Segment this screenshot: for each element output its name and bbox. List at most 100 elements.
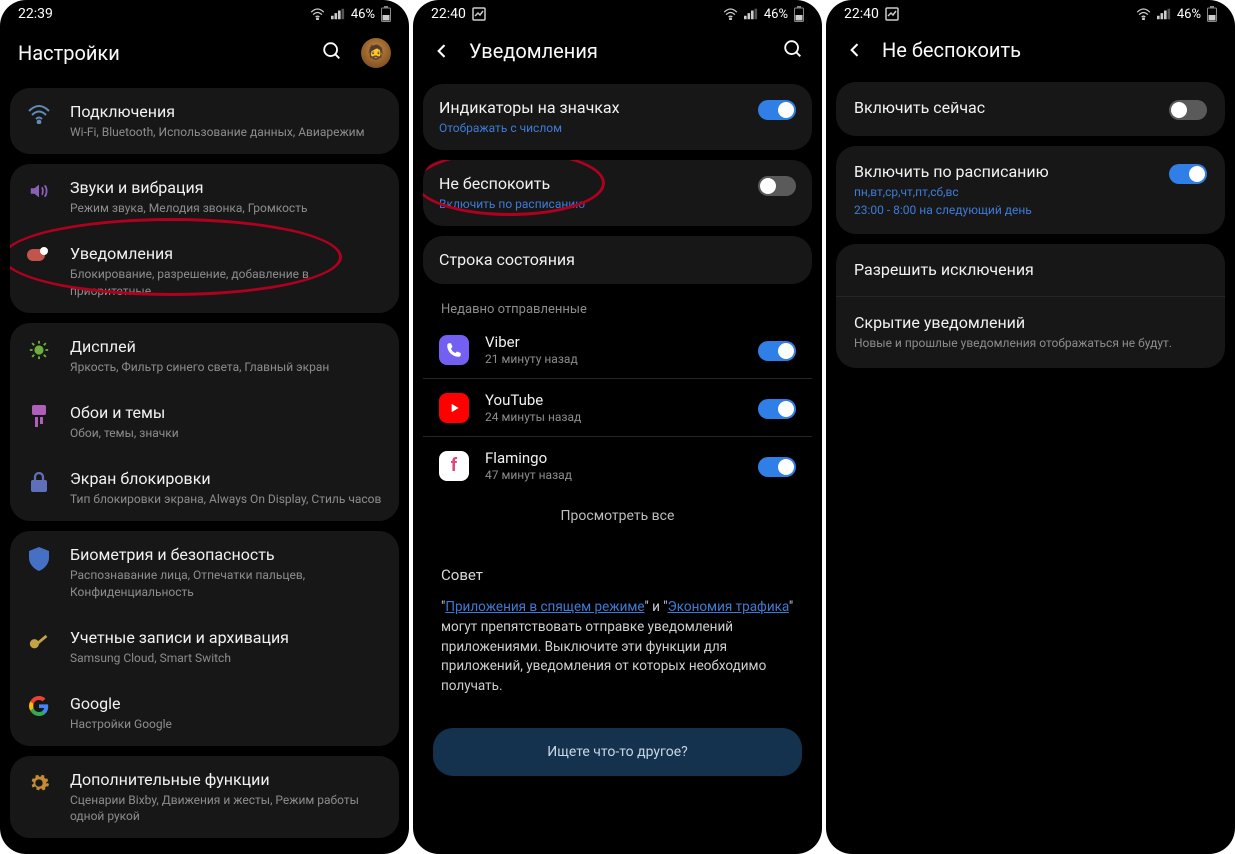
row-wallpaper[interactable]: Обои и темыОбои, темы, значки xyxy=(10,389,399,455)
row-title: Строка состояния xyxy=(439,250,796,270)
search-icon[interactable] xyxy=(782,38,804,64)
tip-block: Совет "Приложения в спящем режиме" и "Эк… xyxy=(423,552,812,710)
row-status-bar-settings[interactable]: Строка состояния xyxy=(423,236,812,284)
app-sub: 24 минуты назад xyxy=(485,410,742,424)
row-title: Разрешить исключения xyxy=(854,260,1207,280)
search-prompt[interactable]: Ищете что-то другое? xyxy=(433,728,802,776)
row-title: Биометрия и безопасность xyxy=(70,545,383,565)
page-title: Не беспокоить xyxy=(882,38,1021,62)
shield-icon xyxy=(26,547,52,571)
row-sub: Wi-Fi, Bluetooth, Использование данных, … xyxy=(70,124,383,140)
youtube-icon xyxy=(439,393,469,423)
signal-icon xyxy=(1157,8,1171,20)
row-google[interactable]: Google Настройки Google xyxy=(10,680,399,746)
signal-icon xyxy=(744,8,758,20)
notif-icon xyxy=(26,246,52,264)
wifi-icon xyxy=(26,104,52,124)
toggle-badge[interactable] xyxy=(758,100,796,120)
row-title: Уведомления xyxy=(70,244,383,264)
status-time: 22:39 xyxy=(18,6,53,22)
display-icon xyxy=(26,339,52,361)
row-title: Google xyxy=(70,694,383,714)
row-sounds[interactable]: Звуки и вибрация Режим звука, Мелодия зво… xyxy=(10,164,399,230)
row-title: Включить по расписанию xyxy=(854,162,1151,182)
status-bar: 22:40 46% xyxy=(826,0,1235,24)
toggle-app[interactable] xyxy=(758,399,796,419)
row-schedule[interactable]: Включить по расписанию пн,вт,ср,чт,пт,сб… xyxy=(836,146,1225,234)
view-all-button[interactable]: Просмотреть все xyxy=(423,494,812,542)
toggle-enable-now[interactable] xyxy=(1169,100,1207,120)
row-title: Включить сейчас xyxy=(854,98,1151,118)
row-badge-indicators[interactable]: Индикаторы на значкахОтображать с числом xyxy=(423,84,812,150)
row-sub: Отображать с числом xyxy=(439,120,740,136)
status-time: 22:40 xyxy=(844,6,879,22)
status-battery: 46% xyxy=(1177,7,1201,22)
row-title: Звуки и вибрация xyxy=(70,178,383,198)
app-sub: 47 минут назад xyxy=(485,468,742,482)
row-title: Подключения xyxy=(70,102,383,122)
avatar[interactable]: 🧔 xyxy=(361,38,391,68)
app-title: Flamingo xyxy=(485,449,742,467)
row-sub: Включить по расписанию xyxy=(439,196,740,212)
lock-icon xyxy=(26,471,52,493)
status-right: 46% xyxy=(723,6,804,22)
app-row-viber[interactable]: Viber21 минуту назад xyxy=(423,321,812,378)
row-do-not-disturb[interactable]: Не беспокоить Включить по расписанию xyxy=(423,160,812,226)
battery-icon xyxy=(381,6,391,22)
viber-icon xyxy=(439,335,469,365)
phone-settings: 22:39 46% Настройки 🧔 Подключения Wi-Fi, … xyxy=(0,0,409,854)
row-sub: пн,вт,ср,чт,пт,сб,вс xyxy=(854,184,1151,200)
row-hide-notifications[interactable]: Скрытие уведомленийНовые и прошлые уведо… xyxy=(836,297,1225,367)
row-sub: Режим звука, Мелодия звонка, Громкость xyxy=(70,200,383,216)
screenshot-icon xyxy=(885,7,899,21)
settings-list: Подключения Wi-Fi, Bluetooth, Использован… xyxy=(0,88,409,848)
phone-dnd: 22:40 46% Не беспокоить Включить сейчас xyxy=(826,0,1235,854)
row-sub: Настройки Google xyxy=(70,716,383,732)
tip-title: Совет xyxy=(441,566,794,584)
wifi-icon xyxy=(310,8,325,20)
row-title: Дополнительные функции xyxy=(70,770,383,790)
page-title: Настройки xyxy=(18,41,120,65)
row-sub: Сценарии Bixby, Движения и жесты, Режим … xyxy=(70,792,383,824)
row-title: Дисплей xyxy=(70,337,383,357)
app-row-flamingo[interactable]: f Flamingo47 минут назад xyxy=(423,437,812,494)
row-title: Учетные записи и архивация xyxy=(70,628,383,648)
row-display[interactable]: ДисплейЯркость, Фильтр синего света, Гла… xyxy=(10,323,399,389)
section-recent: Недавно отправленные xyxy=(423,294,812,321)
row-sub: Тип блокировки экрана, Always On Display… xyxy=(70,491,383,507)
tip-link-sleeping-apps[interactable]: Приложения в спящем режиме xyxy=(445,599,644,615)
row-accounts[interactable]: Учетные записи и архивация Samsung Cloud,… xyxy=(10,614,399,680)
row-notifications[interactable]: УведомленияБлокирование, разрешение, доб… xyxy=(10,230,399,312)
toggle-app[interactable] xyxy=(758,341,796,361)
status-bar: 22:39 46% xyxy=(0,0,409,24)
row-biometrics[interactable]: Биометрия и безопасностьРаспознавание ли… xyxy=(10,531,399,613)
row-lockscreen[interactable]: Экран блокировкиТип блокировки экрана, A… xyxy=(10,455,399,521)
tip-link-data-saver[interactable]: Экономия трафика xyxy=(668,599,789,615)
back-button[interactable] xyxy=(844,39,866,61)
signal-icon xyxy=(331,8,345,20)
search-icon[interactable] xyxy=(321,40,343,66)
google-icon xyxy=(26,696,52,716)
app-row-youtube[interactable]: YouTube24 минуты назад xyxy=(423,379,812,436)
status-time: 22:40 xyxy=(431,6,466,22)
flamingo-icon: f xyxy=(439,451,469,481)
row-exceptions[interactable]: Разрешить исключения xyxy=(836,244,1225,296)
row-enable-now[interactable]: Включить сейчас xyxy=(836,82,1225,136)
toggle-dnd[interactable] xyxy=(758,176,796,196)
title-bar: Не беспокоить xyxy=(826,24,1235,82)
tip-body: "Приложения в спящем режиме" и "Экономия… xyxy=(441,598,794,696)
row-advanced[interactable]: Дополнительные функцииСценарии Bixby, Дв… xyxy=(10,756,399,838)
row-sub: Обои, темы, значки xyxy=(70,425,383,441)
back-button[interactable] xyxy=(431,40,453,62)
app-sub: 21 минуту назад xyxy=(485,352,742,366)
row-title: Не беспокоить xyxy=(439,174,740,194)
row-sub: Блокирование, разрешение, добавление в п… xyxy=(70,266,383,298)
status-right: 46% xyxy=(1136,6,1217,22)
screenshot-icon xyxy=(472,7,486,21)
row-connections[interactable]: Подключения Wi-Fi, Bluetooth, Использован… xyxy=(10,88,399,154)
toggle-schedule[interactable] xyxy=(1169,164,1207,184)
toggle-app[interactable] xyxy=(758,457,796,477)
status-battery: 46% xyxy=(351,7,375,22)
title-bar: Настройки 🧔 xyxy=(0,24,409,88)
row-sub: Samsung Cloud, Smart Switch xyxy=(70,650,383,666)
